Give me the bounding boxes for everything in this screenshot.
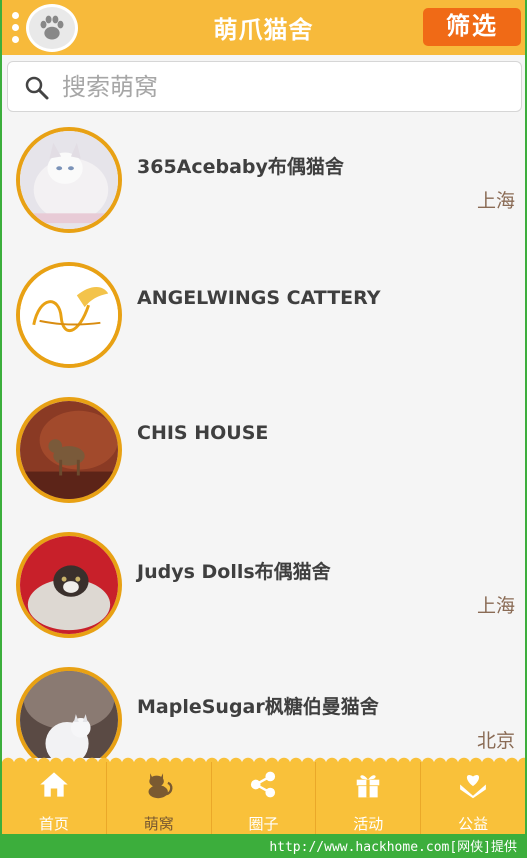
nav-label: 首页 xyxy=(38,815,69,833)
cattery-list: 365Acebaby布偶猫舍 上海 ANGELWINGS CATTERY CHI… xyxy=(2,118,525,758)
app-screen: 萌爪猫舍 筛选 365Acebaby布偶猫 xyxy=(2,0,525,834)
search-input[interactable] xyxy=(62,68,502,106)
list-item[interactable]: 365Acebaby布偶猫舍 上海 xyxy=(2,118,525,253)
cattery-city: 上海 xyxy=(476,190,515,212)
list-item[interactable]: CHIS HOUSE xyxy=(2,388,525,523)
avatar xyxy=(16,397,122,503)
avatar xyxy=(16,532,122,638)
nav-label: 萌窝 xyxy=(143,815,174,833)
heart-hands-icon xyxy=(460,774,486,799)
cattery-name: ANGELWINGS CATTERY xyxy=(137,287,381,309)
top-bar: 萌爪猫舍 筛选 xyxy=(2,0,525,55)
list-item[interactable]: Judys Dolls布偶猫舍 上海 xyxy=(2,523,525,658)
nav-label: 活动 xyxy=(353,815,384,833)
cat-icon xyxy=(148,773,173,799)
home-icon xyxy=(40,772,68,797)
cattery-name: CHIS HOUSE xyxy=(137,422,269,444)
list-item[interactable]: ANGELWINGS CATTERY xyxy=(2,253,525,388)
nav-item-circle[interactable]: 圈子 xyxy=(212,762,317,834)
list-item[interactable]: MapleSugar枫糖伯曼猫舍 北京 xyxy=(2,658,525,758)
watermark-text: http://www.hackhome.com[网侠]提供 xyxy=(269,840,517,855)
search-icon xyxy=(25,76,49,100)
avatar xyxy=(16,127,122,233)
gift-icon xyxy=(357,775,380,798)
nav-item-cattery[interactable]: 萌窝 xyxy=(107,762,212,834)
cattery-name: Judys Dolls布偶猫舍 xyxy=(137,561,331,583)
share-icon xyxy=(251,771,276,798)
avatar xyxy=(16,262,122,368)
cattery-city: 北京 xyxy=(476,730,515,752)
search-bar[interactable] xyxy=(7,61,522,112)
nav-item-activity[interactable]: 活动 xyxy=(316,762,422,834)
filter-button[interactable]: 筛选 xyxy=(423,8,521,46)
watermark-bar: http://www.hackhome.com[网侠]提供 xyxy=(0,834,527,858)
avatar xyxy=(16,667,122,758)
cattery-name: 365Acebaby布偶猫舍 xyxy=(137,156,344,178)
nav-item-charity[interactable]: 公益 xyxy=(421,762,525,834)
nav-label: 公益 xyxy=(458,815,489,833)
cattery-name: MapleSugar枫糖伯曼猫舍 xyxy=(137,696,379,718)
nav-item-home[interactable]: 首页 xyxy=(2,762,107,834)
cattery-city: 上海 xyxy=(476,595,515,617)
nav-label: 圈子 xyxy=(248,815,279,833)
bottom-nav: 首页 萌窝 圈子 活动 公益 xyxy=(2,762,525,834)
